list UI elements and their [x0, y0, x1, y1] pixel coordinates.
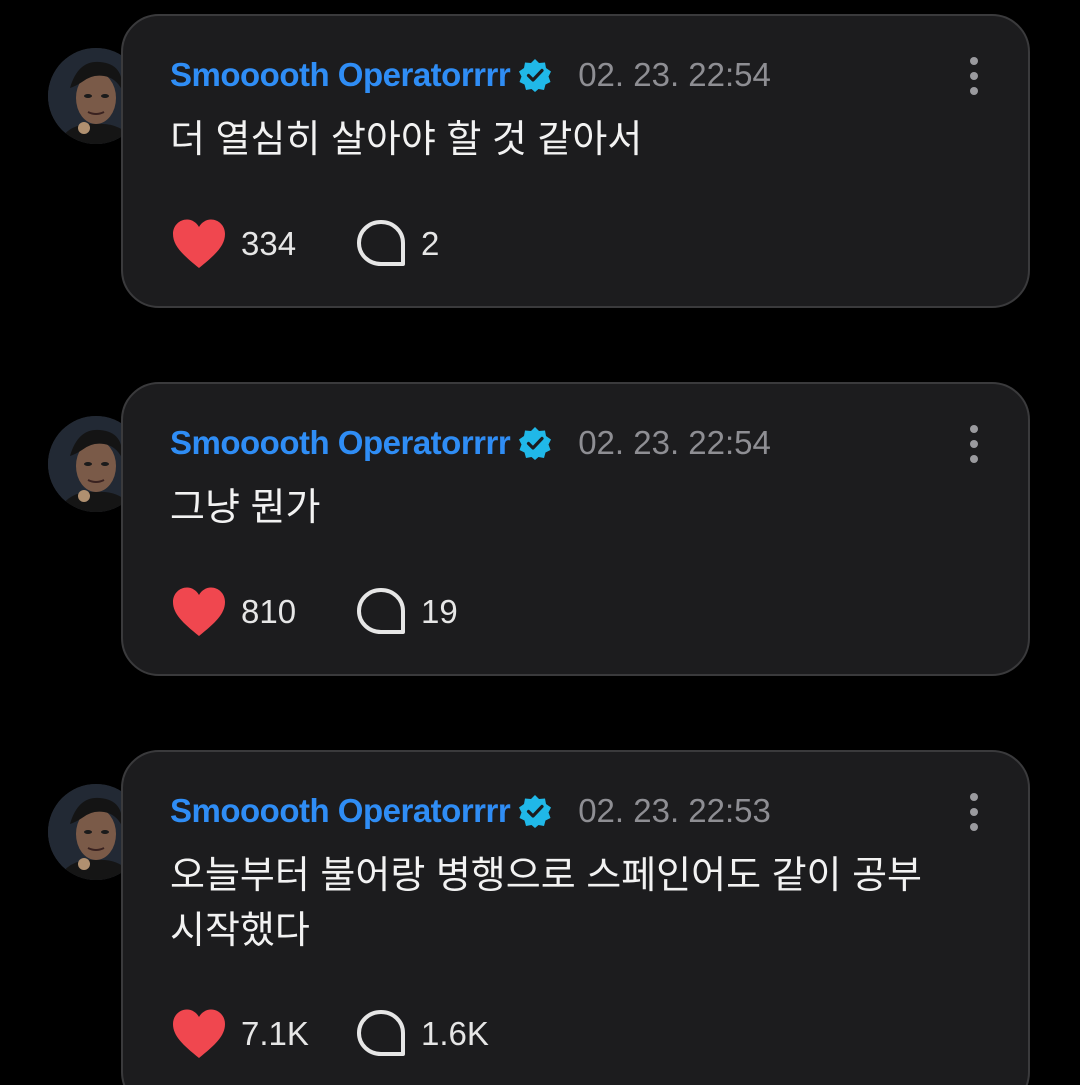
like-count: 334 [241, 225, 297, 262]
timestamp: 02. 23. 22:54 [578, 424, 771, 461]
comment-count: 19 [421, 593, 458, 630]
more-vertical-icon[interactable] [968, 424, 980, 464]
like-count: 810 [241, 593, 297, 630]
heart-icon[interactable] [171, 218, 227, 270]
comment-header: Smooooth Operatorrrr 02. 23. 22:54 [170, 54, 771, 96]
comment-actions: 7.1K 1.6K [171, 1006, 489, 1062]
username-link[interactable]: Smooooth Operatorrrr [170, 792, 511, 830]
more-vertical-icon[interactable] [968, 792, 980, 832]
more-vertical-icon[interactable] [968, 56, 980, 96]
timestamp: 02. 23. 22:53 [578, 792, 771, 829]
comment-header: Smooooth Operatorrrr 02. 23. 22:54 [170, 422, 771, 464]
verified-badge-icon [519, 59, 552, 92]
verified-badge-icon [519, 795, 552, 828]
timestamp: 02. 23. 22:54 [578, 56, 771, 93]
heart-icon[interactable] [171, 586, 227, 638]
comment-card: Smooooth Operatorrrr 02. 23. 22:54 더 열심히… [121, 14, 1030, 308]
comment-actions: 810 19 [171, 584, 458, 640]
comment-card: Smooooth Operatorrrr 02. 23. 22:54 그냥 뭔가… [121, 382, 1030, 676]
comment-text: 그냥 뭔가 [170, 487, 321, 529]
comment-bubble-icon[interactable] [355, 586, 407, 638]
username-link[interactable]: Smooooth Operatorrrr [170, 56, 511, 94]
verified-badge-icon [519, 427, 552, 460]
like-count: 7.1K [241, 1015, 309, 1052]
comment-text: 오늘부터 불어랑 병행으로 스페인어도 같이 공부 시작했다 [170, 855, 922, 952]
username-link[interactable]: Smooooth Operatorrrr [170, 424, 511, 462]
comment-bubble-icon[interactable] [355, 1008, 407, 1060]
comment-text: 더 열심히 살아야 할 것 같아서 [170, 119, 643, 161]
comment-header: Smooooth Operatorrrr 02. 23. 22:53 [170, 790, 771, 832]
comment-actions: 334 2 [171, 216, 439, 272]
comment-count: 1.6K [421, 1015, 489, 1052]
comment-card: Smooooth Operatorrrr 02. 23. 22:53 오늘부터 … [121, 750, 1030, 1085]
comment-feed: Smooooth Operatorrrr 02. 23. 22:54 더 열심히… [0, 0, 1080, 1085]
comment-count: 2 [421, 225, 440, 262]
heart-icon[interactable] [171, 1008, 227, 1060]
comment-bubble-icon[interactable] [355, 218, 407, 270]
